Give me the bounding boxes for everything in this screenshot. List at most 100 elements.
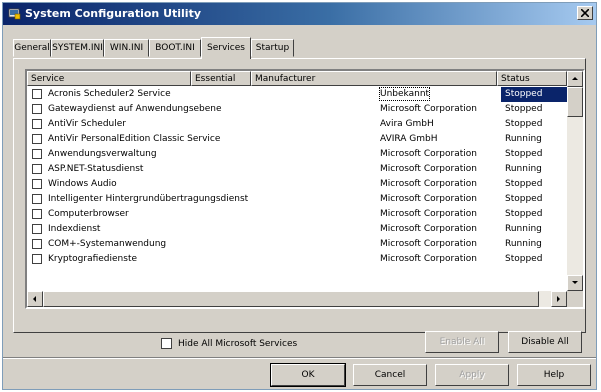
ok-button[interactable]: OK (270, 363, 346, 387)
column-service[interactable]: Service (27, 71, 191, 86)
horizontal-scrollbar[interactable] (27, 291, 567, 307)
horizontal-scroll-thumb[interactable] (43, 291, 539, 307)
service-name: Windows Audio (48, 179, 117, 189)
service-manufacturer: Microsoft Corporation (380, 194, 477, 204)
service-checkbox[interactable] (32, 239, 42, 249)
title-bar[interactable]: System Configuration Utility (3, 3, 596, 25)
window-title: System Configuration Utility (25, 7, 201, 20)
service-status: Stopped (505, 104, 543, 114)
service-name: Kryptografiedienste (48, 254, 138, 264)
hide-microsoft-services-checkbox[interactable] (161, 338, 172, 349)
service-status: Running (505, 134, 542, 144)
table-row[interactable]: ASP.NET-Statusdienst Microsoft Corporati… (27, 162, 567, 177)
service-manufacturer: Microsoft Corporation (380, 239, 477, 249)
service-checkbox[interactable] (32, 224, 42, 234)
service-name: Indexdienst (48, 224, 101, 234)
enable-all-button[interactable]: Enable All (425, 331, 499, 353)
table-row[interactable]: Intelligenter Hintergrundübertragungsdie… (27, 192, 567, 207)
service-manufacturer: Microsoft Corporation (380, 164, 477, 174)
help-button[interactable]: Help (517, 364, 591, 386)
button-separator (3, 357, 596, 359)
arrow-down-icon (572, 281, 578, 284)
vertical-scrollbar[interactable] (567, 71, 583, 291)
service-name: Computerbrowser (48, 209, 129, 219)
column-status[interactable]: Status (497, 71, 567, 86)
table-row[interactable]: AntiVir Scheduler Avira GmbH Stopped (27, 117, 567, 132)
service-name: ASP.NET-Statusdienst (48, 164, 144, 174)
service-name: Acronis Scheduler2 Service (48, 89, 171, 99)
close-icon (581, 9, 589, 17)
service-manufacturer: AVIRA GmbH (380, 134, 438, 144)
service-checkbox[interactable] (32, 254, 42, 264)
service-name: Intelligenter Hintergrundübertragungsdie… (48, 194, 249, 204)
table-row[interactable]: Windows Audio Microsoft Corporation Stop… (27, 177, 567, 192)
column-essential[interactable]: Essential (191, 71, 251, 86)
disable-all-button[interactable]: Disable All (508, 331, 582, 353)
arrow-left-icon (33, 296, 36, 302)
apply-button[interactable]: Apply (435, 364, 509, 386)
service-status: Running (505, 164, 542, 174)
scrollbar-corner (567, 291, 583, 307)
table-row[interactable]: AntiVir PersonalEdition Classic Service … (27, 132, 567, 147)
service-manufacturer: Microsoft Corporation (380, 209, 477, 219)
service-checkbox[interactable] (32, 209, 42, 219)
service-name: Anwendungsverwaltung (48, 149, 157, 159)
services-list[interactable]: Service Essential Manufacturer Status Ac… (25, 69, 585, 309)
service-manufacturer: Unbekannt (378, 87, 431, 101)
tab-system-ini[interactable]: SYSTEM.INI (51, 39, 104, 57)
service-checkbox[interactable] (32, 134, 42, 144)
arrow-right-icon (557, 296, 560, 302)
system-configuration-window: System Configuration Utility General SYS… (2, 2, 597, 390)
service-status: Stopped (505, 89, 543, 99)
msconfig-icon (8, 7, 21, 20)
service-checkbox[interactable] (32, 164, 42, 174)
service-checkbox[interactable] (32, 104, 42, 114)
cancel-button[interactable]: Cancel (353, 364, 427, 386)
service-name: AntiVir Scheduler (48, 119, 126, 129)
service-manufacturer: Microsoft Corporation (380, 224, 477, 234)
table-row[interactable]: COM+-Systemanwendung Microsoft Corporati… (27, 237, 567, 252)
service-checkbox[interactable] (32, 89, 42, 99)
arrow-up-icon (572, 77, 578, 80)
scroll-down-button[interactable] (567, 275, 583, 291)
tab-services[interactable]: Services (201, 37, 251, 59)
service-status: Running (505, 224, 542, 234)
service-status: Running (505, 239, 542, 249)
table-row[interactable]: Kryptografiedienste Microsoft Corporatio… (27, 252, 567, 267)
service-manufacturer: Avira GmbH (380, 119, 434, 129)
table-row[interactable]: Acronis Scheduler2 Service Unbekannt Sto… (27, 87, 567, 102)
service-manufacturer: Microsoft Corporation (380, 104, 477, 114)
service-status: Stopped (505, 119, 543, 129)
list-header: Service Essential Manufacturer Status (27, 71, 567, 86)
service-checkbox[interactable] (32, 194, 42, 204)
scroll-right-button[interactable] (551, 291, 567, 307)
tab-general[interactable]: General (13, 39, 51, 57)
service-manufacturer: Microsoft Corporation (380, 149, 477, 159)
service-checkbox[interactable] (32, 149, 42, 159)
service-name: Gatewaydienst auf Anwendungsebene (48, 104, 222, 114)
service-name: AntiVir PersonalEdition Classic Service (48, 134, 221, 144)
service-name: COM+-Systemanwendung (48, 239, 167, 249)
hide-microsoft-services-label: Hide All Microsoft Services (178, 339, 298, 349)
service-status: Stopped (505, 209, 543, 219)
table-row[interactable]: Anwendungsverwaltung Microsoft Corporati… (27, 147, 567, 162)
close-button[interactable] (577, 6, 593, 20)
table-row[interactable]: Indexdienst Microsoft Corporation Runnin… (27, 222, 567, 237)
table-row[interactable]: Gatewaydienst auf Anwendungsebene Micros… (27, 102, 567, 117)
tab-win-ini[interactable]: WIN.INI (104, 39, 149, 57)
tab-startup[interactable]: Startup (251, 39, 294, 57)
service-status: Stopped (505, 149, 543, 159)
column-manufacturer[interactable]: Manufacturer (251, 71, 497, 86)
service-checkbox[interactable] (32, 119, 42, 129)
service-status: Stopped (505, 254, 543, 264)
service-status: Stopped (505, 179, 543, 189)
service-manufacturer: Microsoft Corporation (380, 179, 477, 189)
scroll-up-button[interactable] (567, 71, 583, 87)
table-row[interactable]: Computerbrowser Microsoft Corporation St… (27, 207, 567, 222)
vertical-scroll-thumb[interactable] (567, 87, 583, 117)
tab-boot-ini[interactable]: BOOT.INI (149, 39, 201, 57)
service-manufacturer: Microsoft Corporation (380, 254, 477, 264)
service-status: Stopped (505, 194, 543, 204)
scroll-left-button[interactable] (27, 291, 43, 307)
service-checkbox[interactable] (32, 179, 42, 189)
